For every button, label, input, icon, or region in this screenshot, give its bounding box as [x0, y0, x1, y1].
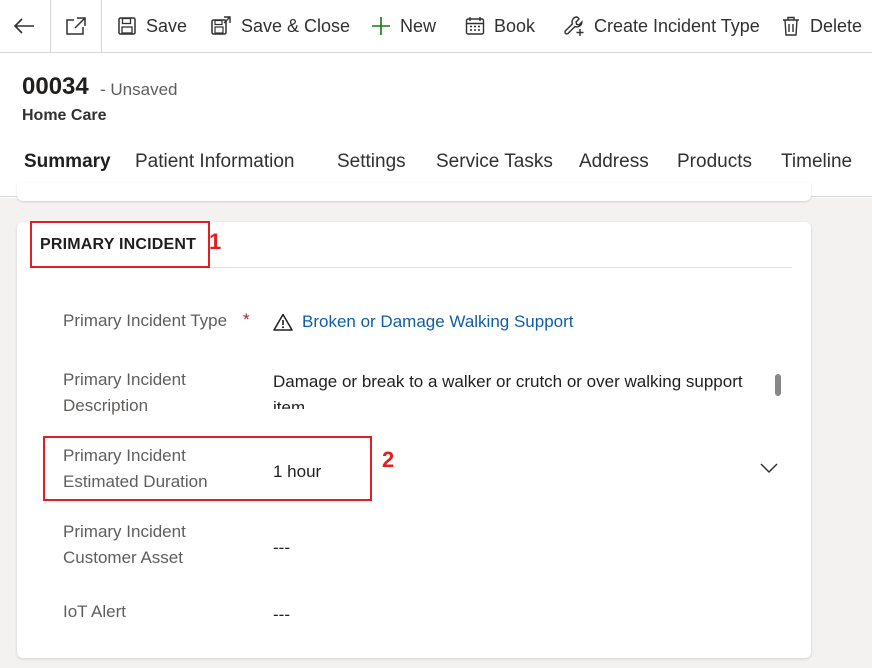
primary-incident-customer-asset-label: Primary Incident Customer Asset — [63, 519, 186, 571]
trash-icon — [783, 16, 799, 36]
tab-timeline[interactable]: Timeline — [781, 151, 852, 173]
annotation-number-1: 1 — [209, 229, 222, 254]
arrow-left-icon — [13, 18, 34, 34]
command-bar: Save Save & Close New Book Create Incide… — [0, 0, 872, 53]
iot-alert-value[interactable]: --- — [273, 605, 290, 625]
previous-section-card — [17, 183, 811, 201]
plus-icon — [372, 17, 390, 35]
description-label-line1: Primary Incident — [63, 370, 186, 389]
save-and-close-label: Save & Close — [241, 15, 351, 36]
wrench-add-icon — [564, 16, 584, 36]
tab-patient-information[interactable]: Patient Information — [135, 151, 294, 173]
pop-out-icon — [66, 17, 86, 35]
new-button[interactable]: New — [371, 0, 436, 52]
chevron-down-icon[interactable] — [759, 462, 779, 474]
annotation-box-1 — [30, 221, 210, 268]
create-incident-type-label: Create Incident Type — [594, 15, 760, 36]
customer-asset-value[interactable]: --- — [273, 538, 290, 558]
description-label-line2: Description — [63, 396, 149, 415]
book-label: Book — [494, 15, 536, 36]
tab-service-tasks[interactable]: Service Tasks — [436, 151, 553, 173]
primary-incident-type-link[interactable]: Broken or Damage Walking Support — [302, 312, 574, 332]
primary-incident-type-lookup[interactable]: Broken or Damage Walking Support — [273, 312, 574, 332]
warning-icon — [273, 313, 293, 331]
book-button[interactable]: Book — [465, 0, 535, 52]
open-in-new-window-button[interactable] — [50, 0, 102, 52]
annotation-number-2: 2 — [382, 447, 395, 472]
record-entity: Home Care — [22, 107, 107, 124]
asset-label-line2: Customer Asset — [63, 548, 183, 567]
record-header: 00034 - Unsaved Home Care Summary Patien… — [0, 53, 872, 198]
record-status: - Unsaved — [100, 80, 178, 99]
save-button[interactable]: Save — [117, 0, 187, 52]
delete-button[interactable]: Delete — [781, 0, 862, 52]
description-scrollbar[interactable] — [775, 374, 781, 396]
tab-summary[interactable]: Summary — [24, 151, 111, 173]
calendar-icon — [465, 17, 485, 35]
primary-incident-description-label: Primary Incident Description — [63, 367, 186, 419]
delete-label: Delete — [810, 15, 863, 36]
tab-settings[interactable]: Settings — [337, 151, 406, 173]
create-incident-type-button[interactable]: Create Incident Type — [563, 0, 760, 52]
save-and-close-button[interactable]: Save & Close — [210, 0, 350, 52]
record-id: 00034 — [22, 73, 89, 100]
tab-products[interactable]: Products — [677, 151, 752, 173]
save-icon — [118, 17, 136, 35]
back-button[interactable] — [0, 0, 48, 52]
annotation-box-2 — [43, 436, 372, 501]
required-marker: * — [243, 310, 250, 329]
tab-address[interactable]: Address — [579, 151, 649, 173]
new-label: New — [400, 15, 437, 36]
save-and-close-icon — [211, 16, 231, 35]
save-label: Save — [146, 15, 188, 36]
primary-incident-description-field[interactable]: Damage or break to a walker or crutch or… — [273, 369, 773, 409]
iot-alert-label: IoT Alert — [63, 602, 126, 621]
primary-incident-type-label: Primary Incident Type — [63, 311, 228, 330]
asset-label-line1: Primary Incident — [63, 522, 186, 541]
